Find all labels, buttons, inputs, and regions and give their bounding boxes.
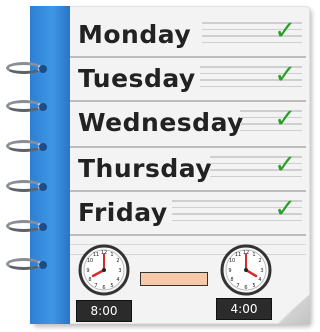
day-row-wednesday: Wednesday ✓: [70, 102, 306, 142]
day-label: Monday: [78, 20, 192, 49]
day-row-friday: Friday ✓: [70, 192, 306, 232]
end-time-display: 4:00: [216, 298, 272, 320]
svg-text:1: 1: [110, 252, 113, 258]
binder-ring-icon: [6, 62, 50, 76]
svg-text:9: 9: [86, 268, 89, 274]
svg-text:11: 11: [235, 252, 241, 258]
svg-text:4: 4: [116, 277, 119, 283]
svg-text:8: 8: [230, 277, 233, 283]
day-label: Friday: [78, 198, 168, 227]
day-row-tuesday: Tuesday ✓: [70, 58, 306, 98]
binder-ring-icon: [6, 140, 50, 154]
divider: [70, 234, 306, 236]
notebook: Monday ✓ Tuesday ✓ Wednesday ✓ Thursday …: [0, 0, 314, 332]
svg-text:4: 4: [258, 277, 261, 283]
svg-text:6: 6: [102, 285, 105, 291]
check-icon: ✓: [274, 104, 296, 134]
notebook-spine: [30, 6, 70, 324]
check-icon: ✓: [274, 194, 296, 224]
day-row-thursday: Thursday ✓: [70, 148, 306, 188]
svg-text:7: 7: [94, 283, 97, 289]
check-icon: ✓: [274, 60, 296, 90]
binder-ring-icon: [6, 258, 50, 272]
start-time-display: 8:00: [76, 300, 132, 322]
svg-text:8: 8: [88, 277, 91, 283]
svg-text:3: 3: [260, 268, 263, 274]
check-icon: ✓: [274, 16, 296, 46]
svg-text:1: 1: [252, 252, 255, 258]
svg-text:10: 10: [229, 258, 235, 264]
time-span-bar: [140, 272, 208, 286]
day-row-monday: Monday ✓: [70, 14, 306, 54]
binder-ring-icon: [6, 180, 50, 194]
day-label: Tuesday: [78, 64, 196, 93]
binder-ring-icon: [6, 220, 50, 234]
svg-text:5: 5: [252, 283, 255, 289]
svg-text:2: 2: [116, 258, 119, 264]
svg-text:5: 5: [110, 283, 113, 289]
binder-ring-icon: [6, 100, 50, 114]
check-icon: ✓: [274, 150, 296, 180]
svg-text:11: 11: [93, 252, 99, 258]
day-label: Wednesday: [78, 108, 244, 137]
svg-text:2: 2: [258, 258, 261, 264]
svg-text:6: 6: [244, 285, 247, 291]
clock-icon: 12 1 2 345 678 9 10 11: [78, 244, 130, 296]
svg-text:7: 7: [236, 283, 239, 289]
day-label: Thursday: [78, 154, 213, 183]
clock-icon: 12 1 2 345 678 9 10 11: [220, 244, 272, 296]
svg-text:3: 3: [118, 268, 121, 274]
svg-text:10: 10: [87, 258, 93, 264]
svg-text:9: 9: [228, 268, 231, 274]
